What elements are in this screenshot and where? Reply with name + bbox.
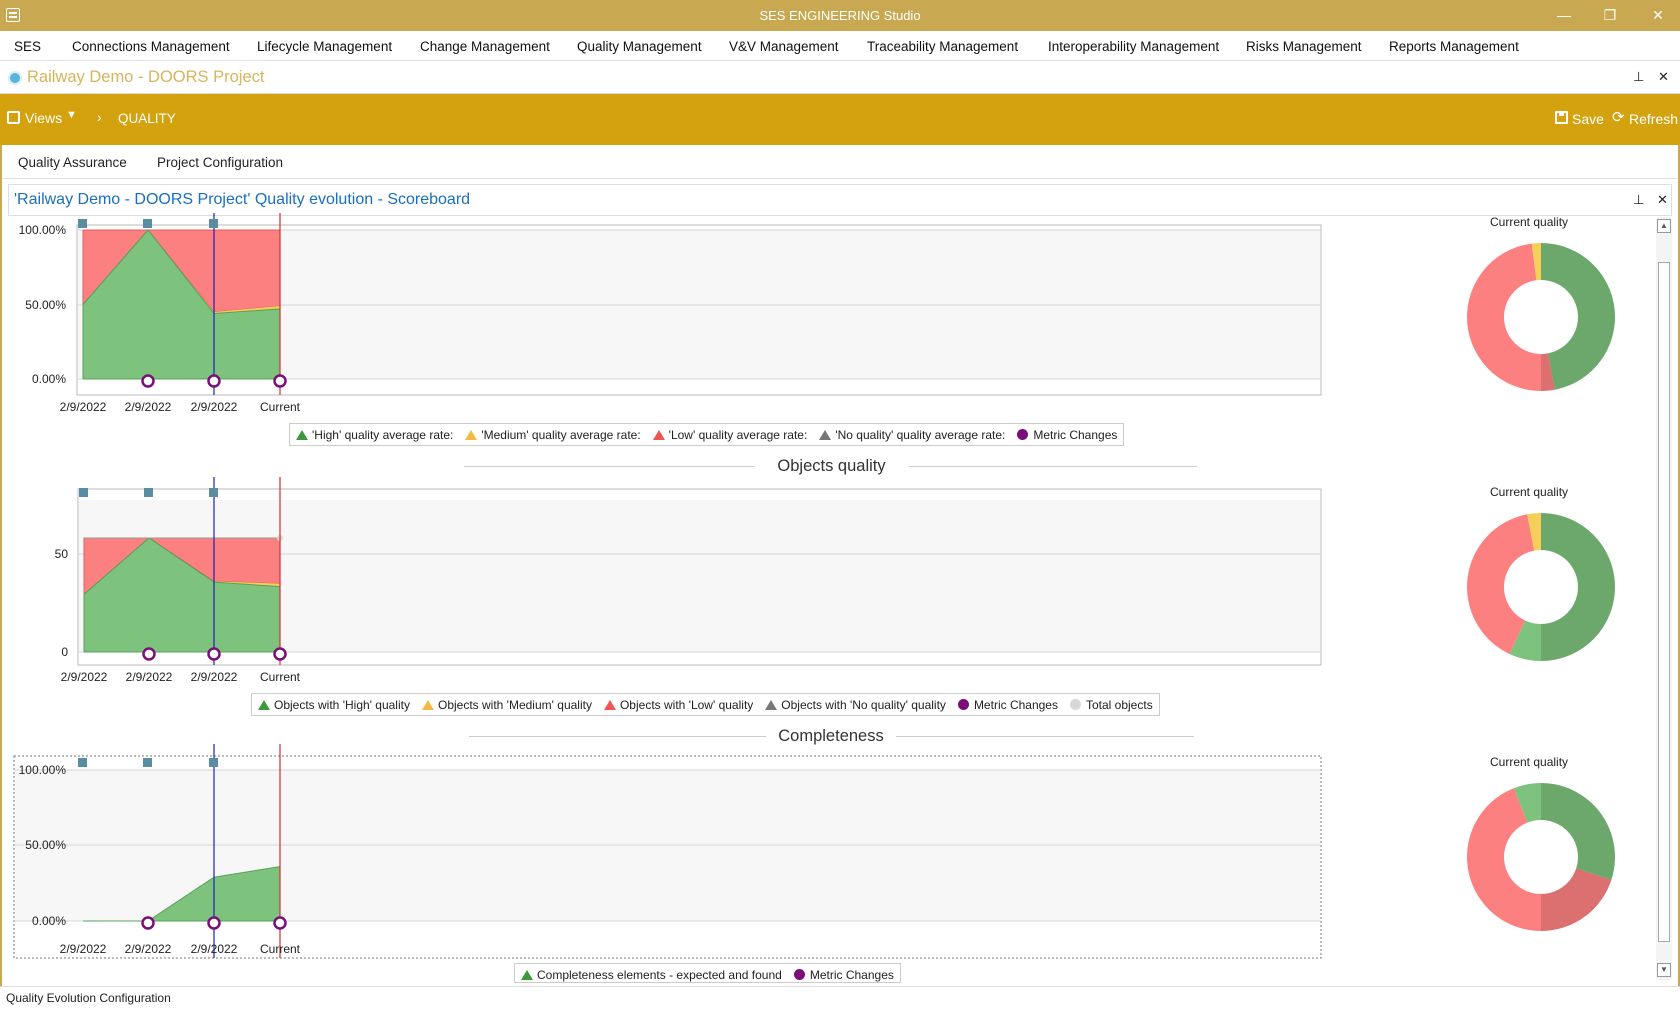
legend-item[interactable]: Metric Changes — [1017, 428, 1117, 442]
legend-label: Objects with 'Low' quality — [619, 698, 754, 712]
metric-change-point — [142, 647, 156, 661]
legend-label: Objects with 'Medium' quality — [437, 698, 592, 712]
x-tick-label: 2/9/2022 — [191, 942, 238, 956]
section-title-completeness: Completeness — [778, 727, 884, 745]
legend-dot-icon — [793, 969, 805, 980]
legend-label: Objects with 'High' quality — [274, 698, 410, 712]
legend-completeness: Completeness elements - expected and fou… — [514, 963, 901, 983]
snapshot-marker — [79, 488, 88, 497]
y-tick-label: 50 — [55, 547, 69, 561]
metric-change-point — [273, 916, 287, 930]
legend-dot-icon — [1017, 429, 1029, 440]
scroll-up-icon[interactable]: ▲ — [1657, 219, 1671, 233]
legend-label: 'No quality' quality average rate: — [835, 428, 1006, 442]
snapshot-marker — [78, 758, 87, 767]
legend-label: Metric Changes — [973, 698, 1058, 712]
metric-change-point — [273, 374, 287, 388]
legend-label: 'Low' quality average rate: — [668, 428, 808, 442]
y-tick-label: 0.00% — [32, 914, 66, 928]
legend-label: Objects with 'No quality' quality — [781, 698, 946, 712]
x-tick-label: 2/9/2022 — [191, 400, 238, 414]
legend-label: Metric Changes — [1033, 428, 1118, 442]
legend-triangle-icon — [296, 430, 308, 440]
legend-item[interactable]: Objects with 'Medium' quality — [421, 698, 592, 712]
legend-triangle-icon — [765, 700, 778, 710]
x-tick-label: Current — [260, 400, 301, 414]
metric-change-point — [207, 916, 221, 930]
legend-triangle-icon — [421, 700, 434, 710]
donut-label: Current quality — [1490, 755, 1569, 769]
legend-item[interactable]: Metric Changes — [793, 968, 894, 982]
scroll-thumb[interactable] — [1658, 262, 1670, 942]
donut-label: Current quality — [1490, 215, 1569, 229]
snapshot-marker — [209, 758, 218, 767]
legend-label: Metric Changes — [809, 968, 894, 982]
y-tick-label: 0 — [61, 645, 68, 659]
legend-triangle-icon — [819, 430, 832, 440]
metric-change-point — [141, 374, 155, 388]
legend-triangle-icon — [465, 430, 478, 440]
y-tick-label: 100.00% — [19, 763, 67, 777]
y-tick-label: 50.00% — [25, 838, 66, 852]
metric-change-point — [273, 647, 287, 661]
y-tick-label: 0.00% — [32, 372, 66, 386]
vertical-scrollbar[interactable]: ▲ ▼ — [1656, 217, 1672, 980]
metric-change-point — [207, 647, 221, 661]
charts-canvas: 0.00% 50.00% 100.00% 2/9/2022 2/9/2022 2/9/20… — [13, 213, 1616, 959]
x-tick-label: 2/9/2022 — [125, 942, 172, 956]
legend-item[interactable]: Completeness elements - expected and fou… — [521, 968, 782, 982]
divider — [896, 736, 1194, 737]
donut-label: Current quality — [1490, 485, 1569, 499]
legend-label: Completeness elements - expected and fou… — [537, 968, 782, 982]
metric-change-point — [207, 374, 221, 388]
x-tick-label: Current — [260, 942, 301, 956]
legend-item[interactable]: Objects with 'High' quality — [258, 698, 410, 712]
y-tick-label: 100.00% — [19, 223, 67, 237]
x-tick-label: 2/9/2022 — [191, 670, 238, 684]
status-bar: Quality Evolution Configuration — [0, 986, 1680, 1009]
x-tick-label: 2/9/2022 — [125, 400, 172, 414]
legend-item[interactable]: Metric Changes — [957, 698, 1058, 712]
legend-item[interactable]: Objects with 'No quality' quality — [765, 698, 946, 712]
divider — [464, 466, 754, 467]
legend-dot-icon — [957, 699, 969, 710]
snapshot-marker — [143, 219, 152, 228]
snapshot-marker — [209, 219, 218, 228]
snapshot-marker — [209, 488, 218, 497]
legend-triangle-icon — [652, 430, 665, 440]
snapshot-marker — [144, 488, 153, 497]
legend-objects-quality: Objects with 'High' quality Objects with … — [251, 693, 1160, 716]
x-tick-label: 2/9/2022 — [60, 942, 107, 956]
status-text[interactable]: Quality Evolution Configuration — [6, 991, 171, 1005]
legend-item[interactable]: 'No quality' quality average rate: — [819, 428, 1005, 442]
legend-triangle-icon — [258, 700, 270, 710]
scroll-down-icon[interactable]: ▼ — [1657, 963, 1671, 977]
divider — [909, 466, 1197, 467]
legend-label: Total objects — [1085, 698, 1153, 712]
donut-shade — [1541, 783, 1615, 931]
legend-label: 'Medium' quality average rate: — [481, 428, 641, 442]
x-tick-label: Current — [260, 670, 301, 684]
donut-shade — [1541, 243, 1615, 391]
legend-label: 'High' quality average rate: — [312, 428, 454, 442]
legend-dot-icon — [1069, 699, 1081, 710]
x-tick-label: 2/9/2022 — [61, 670, 108, 684]
section-title-objects-quality: Objects quality — [777, 457, 886, 475]
snapshot-marker — [78, 219, 87, 228]
legend-item[interactable]: 'High' quality average rate: — [296, 428, 453, 442]
snapshot-marker — [143, 758, 152, 767]
x-tick-label: 2/9/2022 — [60, 400, 107, 414]
legend-triangle-icon — [603, 700, 616, 710]
divider — [469, 736, 766, 737]
x-tick-label: 2/9/2022 — [126, 670, 173, 684]
donut-shade — [1541, 513, 1615, 661]
legend-triangle-icon — [521, 970, 533, 980]
legend-item[interactable]: Total objects — [1069, 698, 1153, 712]
y-tick-label: 50.00% — [25, 298, 66, 312]
metric-change-point — [141, 916, 155, 930]
legend-item[interactable]: 'Medium' quality average rate: — [465, 428, 641, 442]
legend-item[interactable]: Objects with 'Low' quality — [603, 698, 754, 712]
legend-item[interactable]: 'Low' quality average rate: — [652, 428, 808, 442]
legend-quality-rate: 'High' quality average rate: 'Medium' qua… — [289, 423, 1125, 446]
